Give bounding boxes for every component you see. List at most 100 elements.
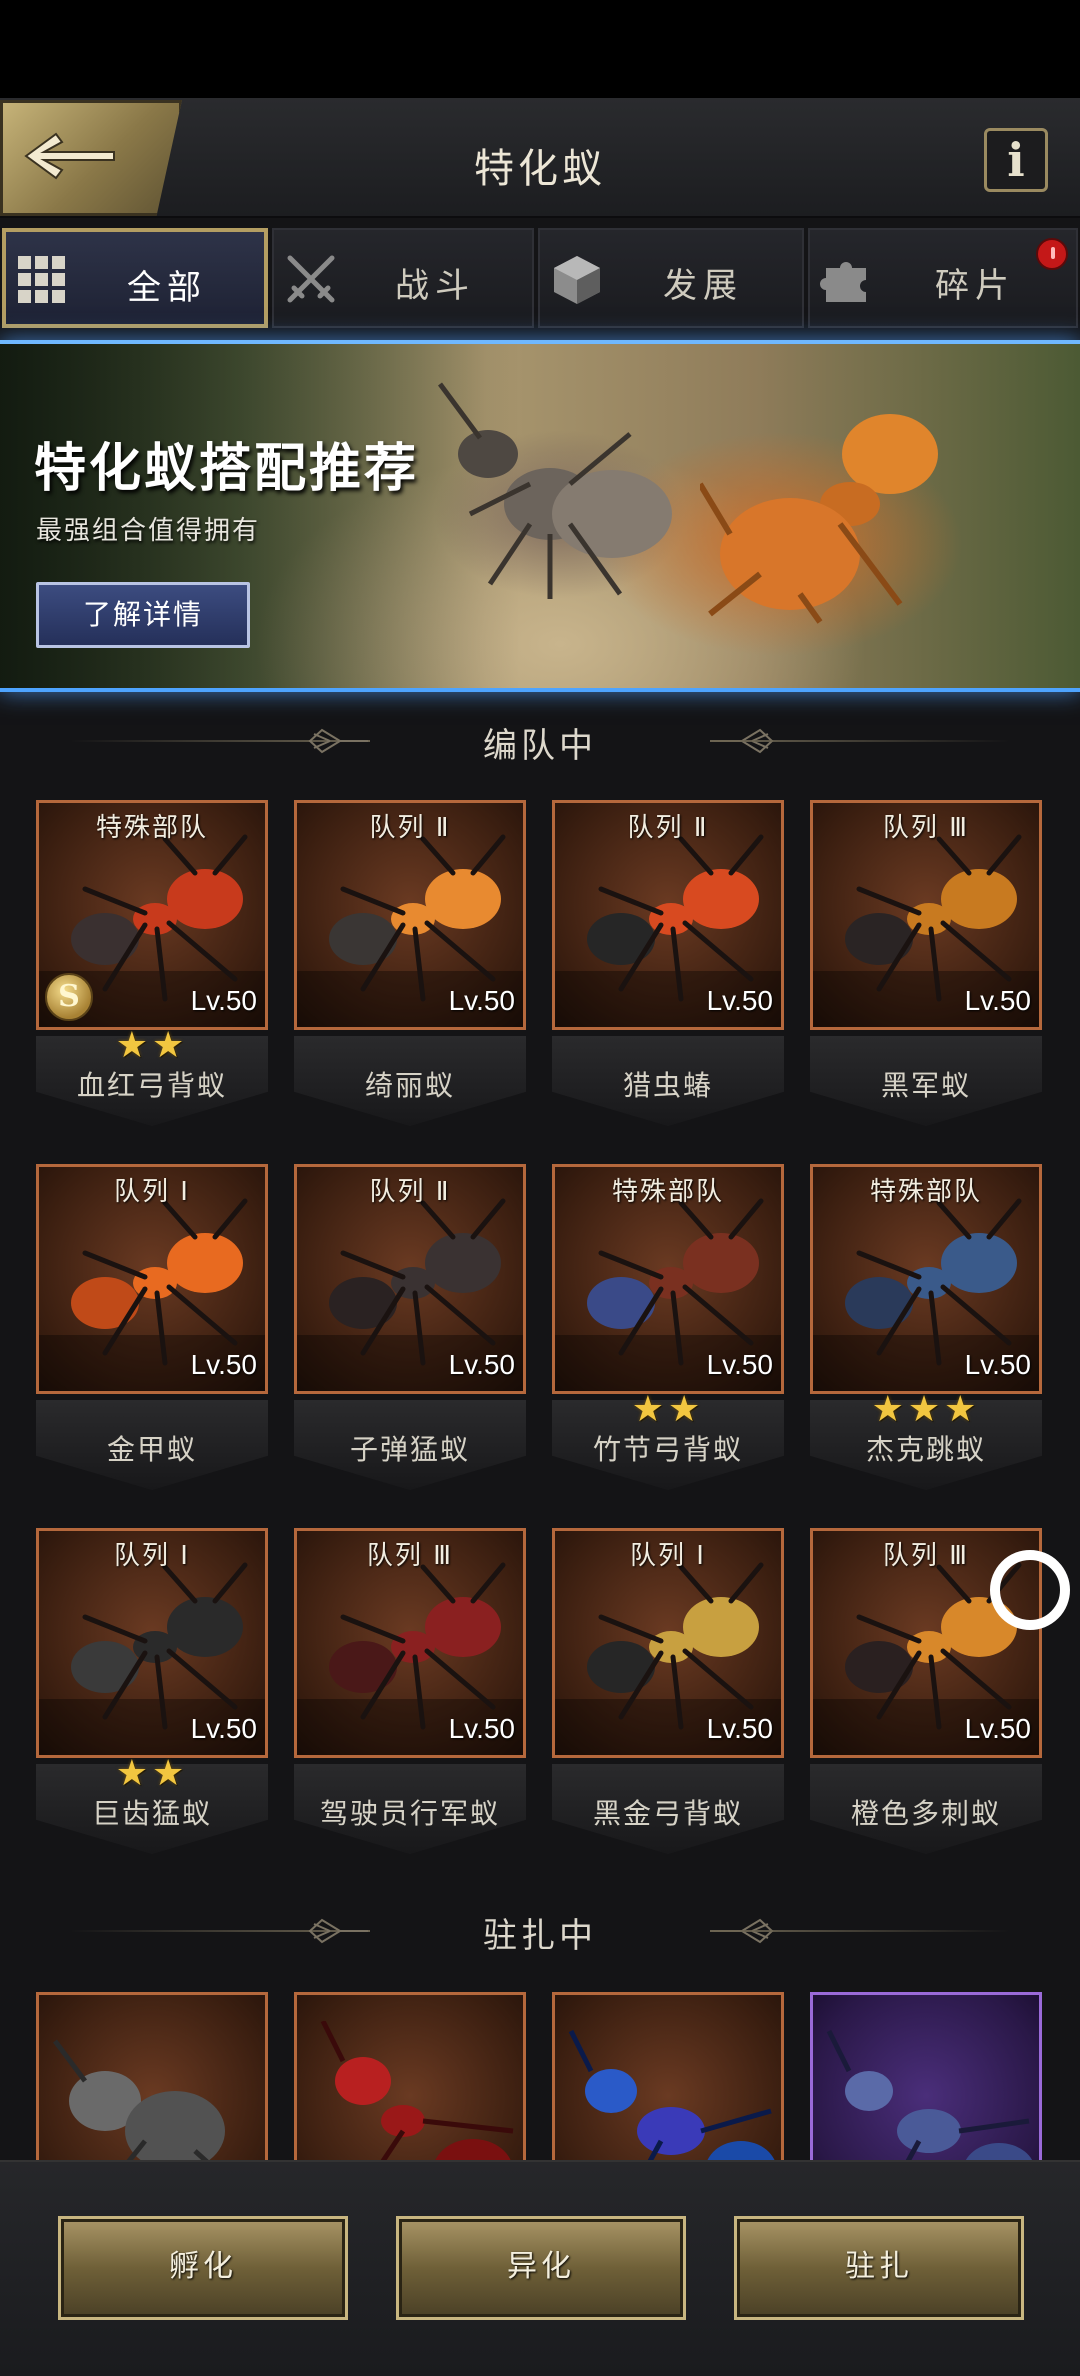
ant-name: 杰克跳蚁: [865, 1433, 986, 1466]
ant-illustration: [587, 834, 764, 1002]
ant-name: 金甲蚁: [106, 1433, 197, 1466]
learn-more-button[interactable]: 了解详情: [36, 582, 250, 648]
card-frame: 队列 Ⅰ Lv.50: [36, 1164, 268, 1394]
team-label: 特殊部队: [611, 1177, 724, 1207]
level-label: Lv.50: [190, 1349, 257, 1380]
team-label: 队列 Ⅱ: [369, 1177, 451, 1207]
level-label: Lv.50: [190, 985, 257, 1016]
ant-illustration: [587, 1198, 764, 1366]
tab-fragments[interactable]: 碎片: [808, 228, 1078, 328]
tab-development[interactable]: 发展: [538, 228, 804, 328]
ant-name: 竹节弓背蚁: [592, 1433, 743, 1466]
card-frame: 特殊部队 Lv.50 S: [36, 800, 268, 1030]
tab-all[interactable]: 全部: [2, 228, 268, 328]
team-label: 队列 Ⅰ: [630, 1541, 706, 1571]
ant-illustration: [320, 2021, 514, 2160]
promo-banner[interactable]: 特化蚁搭配推荐 最强组合值得拥有 了解详情: [0, 340, 1080, 692]
tab-label: 战斗: [395, 266, 475, 306]
hatch-button[interactable]: 孵化: [58, 2216, 348, 2320]
ant-card[interactable]: 队列 Ⅲ Lv.50 黑军蚁: [810, 800, 1042, 1130]
level-label: Lv.50: [964, 1713, 1031, 1744]
ant-card[interactable]: 特殊部队 Lv.50 ★★★ 杰克跳蚁: [810, 1164, 1042, 1494]
section-title: 编队中: [483, 726, 597, 766]
ant-illustration: [568, 2029, 775, 2160]
star-rating: [294, 1390, 526, 1430]
ant-illustration: [587, 1562, 764, 1730]
card-frame: 队列 Ⅲ Lv.50: [810, 800, 1042, 1030]
ant-name: 黑军蚁: [880, 1069, 971, 1102]
team-label: 队列 Ⅰ: [114, 1177, 190, 1207]
section-header-in-formation: 编队中: [0, 712, 1080, 772]
card-frame: 队列 Ⅱ Lv.50: [294, 1164, 526, 1394]
star-rating: [552, 1026, 784, 1066]
ant-illustration: [700, 414, 938, 624]
team-label: 队列 Ⅱ: [369, 813, 451, 843]
page-title: 特化蚁: [474, 146, 606, 192]
garrison-card[interactable]: [36, 1992, 268, 2160]
level-label: Lv.50: [448, 1713, 515, 1744]
category-tabs: 全部 战斗 发展 碎片: [0, 222, 1080, 334]
team-label: 队列 Ⅰ: [114, 1541, 190, 1571]
ant-illustration: [53, 2039, 225, 2160]
ant-card[interactable]: 特殊部队 Lv.50 S ★★ 血红弓背蚁: [36, 800, 268, 1130]
garrison-grid: [0, 1992, 1080, 2160]
cube-icon: [550, 252, 604, 306]
garrison-card[interactable]: [294, 1992, 526, 2160]
card-frame: [294, 1992, 526, 2160]
garrison-button[interactable]: 驻扎: [734, 2216, 1024, 2320]
card-frame: 队列 Ⅱ Lv.50: [294, 800, 526, 1030]
ant-illustration: [845, 834, 1022, 1002]
ant-card[interactable]: 队列 Ⅰ Lv.50 ★★ 巨齿猛蚁: [36, 1528, 268, 1858]
card-frame: [810, 1992, 1042, 2160]
mutate-button[interactable]: 异化: [396, 2216, 686, 2320]
info-icon: i: [1007, 133, 1025, 187]
ant-name: 子弹猛蚁: [349, 1433, 470, 1466]
info-button[interactable]: i: [984, 128, 1048, 192]
ant-card[interactable]: 队列 Ⅰ Lv.50 金甲蚁: [36, 1164, 268, 1494]
ant-card[interactable]: 队列 Ⅰ Lv.50 黑金弓背蚁: [552, 1528, 784, 1858]
level-label: Lv.50: [964, 1349, 1031, 1380]
tab-combat[interactable]: 战斗: [272, 228, 534, 328]
star-rating: [552, 1754, 784, 1794]
section-title: 驻扎中: [483, 1916, 597, 1956]
star-rating: ★★: [115, 1753, 189, 1794]
ant-illustration: [71, 1562, 248, 1730]
team-label: 队列 Ⅲ: [882, 813, 970, 843]
card-frame: 队列 Ⅰ Lv.50: [36, 1528, 268, 1758]
ant-name: 橙色多刺蚁: [850, 1797, 1001, 1830]
divider: [710, 1930, 1010, 1932]
crossed-swords-icon: [284, 252, 338, 306]
ant-card[interactable]: 特殊部队 Lv.50 ★★ 竹节弓背蚁: [552, 1164, 784, 1494]
ant-name: 巨齿猛蚁: [91, 1797, 212, 1830]
ant-card[interactable]: 队列 Ⅱ Lv.50 猎虫蝽: [552, 800, 784, 1130]
garrison-card[interactable]: [552, 1992, 784, 2160]
card-frame: 队列 Ⅲ Lv.50: [294, 1528, 526, 1758]
garrison-card[interactable]: [810, 1992, 1042, 2160]
ant-card[interactable]: 队列 Ⅱ Lv.50 绮丽蚁: [294, 800, 526, 1130]
level-label: Lv.50: [706, 1349, 773, 1380]
card-frame: 特殊部队 Lv.50: [810, 1164, 1042, 1394]
ant-name: 黑金弓背蚁: [592, 1797, 743, 1830]
status-bar: [0, 0, 1080, 98]
card-frame: 特殊部队 Lv.50: [552, 1164, 784, 1394]
tab-label: 全部: [127, 268, 207, 308]
section-header-garrisoned: 驻扎中: [0, 1902, 1080, 1962]
ant-name: 血红弓背蚁: [76, 1069, 227, 1102]
ant-card[interactable]: 队列 Ⅲ Lv.50 驾驶员行军蚁: [294, 1528, 526, 1858]
star-rating: ★★: [115, 1025, 189, 1066]
touch-indicator: [990, 1550, 1070, 1630]
level-label: Lv.50: [706, 985, 773, 1016]
ant-card[interactable]: 队列 Ⅱ Lv.50 子弹猛蚁: [294, 1164, 526, 1494]
banner-title: 特化蚁搭配推荐: [34, 439, 420, 499]
ant-illustration: [71, 1198, 248, 1366]
grid-icon: [16, 254, 70, 308]
level-label: Lv.50: [964, 985, 1031, 1016]
ant-illustration: [437, 382, 672, 599]
ant-illustration: [845, 1198, 1022, 1366]
star-rating: ★★★: [871, 1389, 981, 1430]
banner-subtitle: 最强组合值得拥有: [36, 516, 261, 546]
ant-name: 猎虫蝽: [622, 1069, 713, 1102]
ant-illustration: [329, 1198, 506, 1366]
puzzle-piece-icon: [820, 252, 874, 306]
bottom-action-bar: 孵化 异化 驻扎: [0, 2160, 1080, 2376]
